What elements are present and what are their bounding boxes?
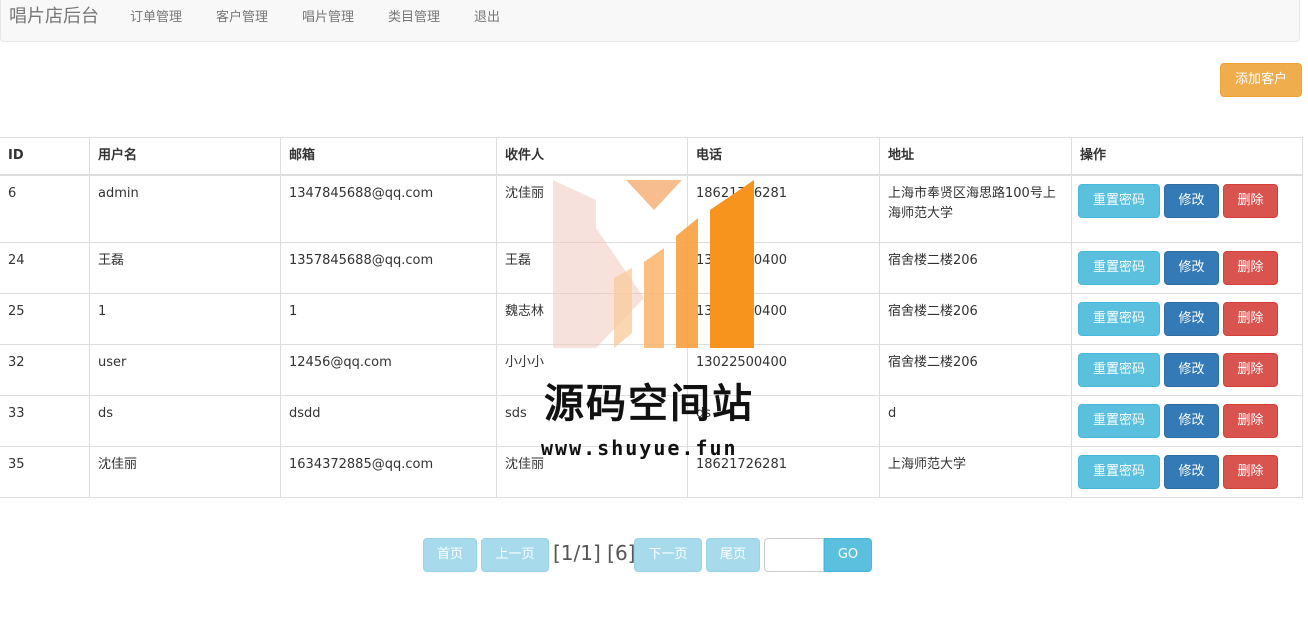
cell-actions: 重置密码 修改 删除 <box>1071 174 1303 243</box>
cell-actions: 重置密码 修改 删除 <box>1071 292 1303 345</box>
edit-button[interactable]: 修改 <box>1164 301 1219 336</box>
watermark-logo-bar-2 <box>644 248 664 348</box>
header-phone: 电话 <box>687 137 880 176</box>
top-navbar: 唱片店后台 订单管理 客户管理 唱片管理 类目管理 退出 <box>0 0 1300 42</box>
cell-address: 上海师范大学 <box>879 445 1072 498</box>
last-page-button[interactable]: 尾页 <box>706 538 760 572</box>
reset-password-button[interactable]: 重置密码 <box>1078 352 1160 387</box>
cell-actions: 重置密码 修改 删除 <box>1071 241 1303 294</box>
cell-email: 1357845688@qq.com <box>280 241 497 294</box>
cell-username: 沈佳丽 <box>89 445 281 498</box>
edit-button[interactable]: 修改 <box>1164 184 1219 218</box>
header-address: 地址 <box>879 137 1072 176</box>
cell-address: 上海市奉贤区海思路100号上海师范大学 <box>879 174 1072 243</box>
add-customer-button[interactable]: 添加客户 <box>1220 63 1302 97</box>
edit-button[interactable]: 修改 <box>1164 403 1219 438</box>
cell-address: 宿舍楼二楼206 <box>879 343 1072 396</box>
cell-id: 6 <box>0 174 90 243</box>
page-number-input[interactable] <box>764 538 824 572</box>
watermark-url: www.shuyue.fun <box>541 436 738 460</box>
cell-actions: 重置密码 修改 删除 <box>1071 445 1303 498</box>
delete-button[interactable]: 删除 <box>1223 184 1278 218</box>
next-page-button[interactable]: 下一页 <box>634 538 702 572</box>
cell-username: user <box>89 343 281 396</box>
reset-password-button[interactable]: 重置密码 <box>1078 403 1160 438</box>
prev-page-button[interactable]: 上一页 <box>481 538 549 572</box>
delete-button[interactable]: 删除 <box>1223 352 1278 387</box>
edit-button[interactable]: 修改 <box>1164 250 1219 285</box>
cell-username: admin <box>89 174 281 243</box>
reset-password-button[interactable]: 重置密码 <box>1078 250 1160 285</box>
nav-logout[interactable]: 退出 <box>474 9 500 27</box>
cell-id: 33 <box>0 394 90 447</box>
watermark-title: 源码空间站 <box>544 381 754 427</box>
header-actions: 操作 <box>1071 137 1303 176</box>
delete-button[interactable]: 删除 <box>1223 454 1278 489</box>
cell-email: 1347845688@qq.com <box>280 174 497 243</box>
cell-id: 32 <box>0 343 90 396</box>
edit-button[interactable]: 修改 <box>1164 454 1219 489</box>
delete-button[interactable]: 删除 <box>1223 403 1278 438</box>
header-email: 邮箱 <box>280 137 497 176</box>
table-header-row: ID 用户名 邮箱 收件人 电话 地址 操作 <box>0 137 1303 176</box>
page-info: [1/1] [6] <box>553 541 636 565</box>
header-username: 用户名 <box>89 137 281 176</box>
cell-id: 25 <box>0 292 90 345</box>
reset-password-button[interactable]: 重置密码 <box>1078 454 1160 489</box>
cell-address: 宿舍楼二楼206 <box>879 292 1072 345</box>
nav-records[interactable]: 唱片管理 <box>302 9 354 27</box>
cell-id: 24 <box>0 241 90 294</box>
cell-email: 1634372885@qq.com <box>280 445 497 498</box>
reset-password-button[interactable]: 重置密码 <box>1078 301 1160 336</box>
edit-button[interactable]: 修改 <box>1164 352 1219 387</box>
brand-title[interactable]: 唱片店后台 <box>9 6 99 28</box>
watermark-logo-bar-3 <box>676 218 698 348</box>
header-recipient: 收件人 <box>496 137 688 176</box>
go-button[interactable]: GO <box>824 538 872 572</box>
watermark-logo-bar-1 <box>614 268 632 348</box>
nav-orders[interactable]: 订单管理 <box>130 9 182 27</box>
watermark-logo-bar-left <box>553 180 596 348</box>
cell-email: 12456@qq.com <box>280 343 497 396</box>
cell-actions: 重置密码 修改 删除 <box>1071 343 1303 396</box>
cell-email: 1 <box>280 292 497 345</box>
nav-categories[interactable]: 类目管理 <box>388 9 440 27</box>
reset-password-button[interactable]: 重置密码 <box>1078 184 1160 218</box>
cell-address: 宿舍楼二楼206 <box>879 241 1072 294</box>
cell-id: 35 <box>0 445 90 498</box>
cell-username: 王磊 <box>89 241 281 294</box>
nav-customers[interactable]: 客户管理 <box>216 9 268 27</box>
watermark-logo-top-triangle <box>626 180 682 210</box>
watermark-logo-bar-4 <box>710 180 754 348</box>
first-page-button[interactable]: 首页 <box>423 538 477 572</box>
cell-username: ds <box>89 394 281 447</box>
delete-button[interactable]: 删除 <box>1223 250 1278 285</box>
cell-username: 1 <box>89 292 281 345</box>
watermark-logo <box>553 180 754 348</box>
cell-actions: 重置密码 修改 删除 <box>1071 394 1303 447</box>
cell-address: d <box>879 394 1072 447</box>
delete-button[interactable]: 删除 <box>1223 301 1278 336</box>
header-id: ID <box>0 137 90 176</box>
cell-email: dsdd <box>280 394 497 447</box>
